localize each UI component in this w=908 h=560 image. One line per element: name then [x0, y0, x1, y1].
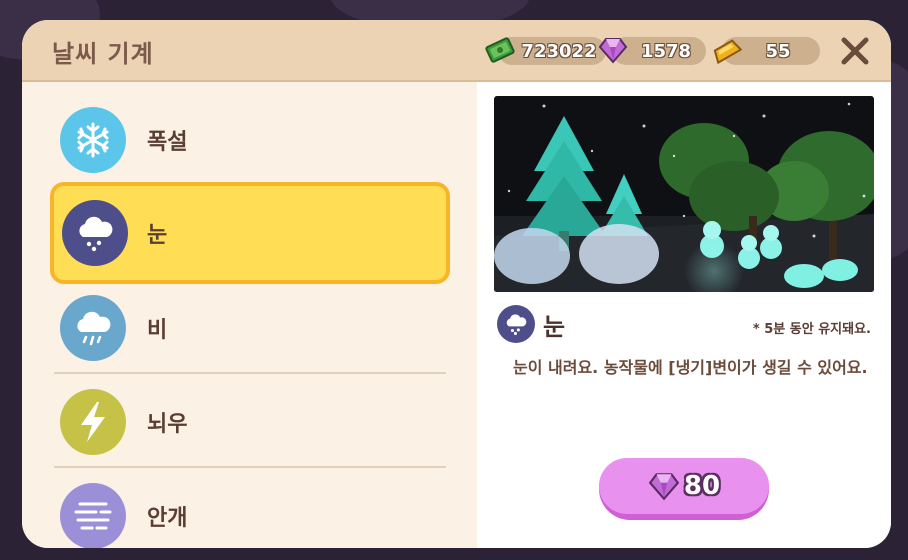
weather-list: 폭설 눈 비 뇌우 안개 [22, 82, 477, 548]
gem-icon [648, 473, 680, 501]
weather-item-label: 비 [147, 318, 168, 343]
snowflake-icon [60, 107, 126, 173]
snow-cloud-icon [497, 305, 535, 343]
purchase-price: 80 [683, 471, 721, 501]
weather-item-label: 폭설 [147, 130, 188, 155]
gem-value: 1578 [640, 40, 692, 62]
dialog-header: 날씨 기계 723022 1578 55 [22, 20, 891, 82]
lightning-icon [60, 389, 126, 455]
purchase-button-face: 80 [599, 458, 769, 514]
weather-item-rain[interactable]: 비 [52, 280, 448, 376]
dialog-title: 날씨 기계 [52, 40, 154, 68]
gem-icon [598, 36, 628, 68]
duration-note: * 5분 동안 유지돼요. [752, 322, 871, 337]
weather-item-label: 안개 [147, 506, 188, 531]
weather-item-label: 눈 [147, 223, 168, 248]
rain-cloud-icon [60, 295, 126, 361]
weather-item-snow[interactable]: 눈 [50, 182, 450, 284]
cash-icon [484, 34, 516, 70]
close-icon [841, 37, 869, 65]
weather-item-thunderstorm[interactable]: 뇌우 [52, 374, 448, 470]
detail-title: 눈 [543, 313, 566, 341]
weather-machine-dialog: 날씨 기계 723022 1578 55 폭설 눈 비 뇌우 안개 눈 * 5분… [22, 20, 891, 548]
cash-value: 723022 [521, 40, 597, 62]
weather-detail-panel: 눈 * 5분 동안 유지돼요. 눈이 내려요. 농작물에 [냉기]변이가 생길 … [477, 82, 891, 548]
weather-item-fog[interactable]: 안개 [52, 468, 448, 548]
fog-icon [60, 483, 126, 548]
purchase-button[interactable]: 80 [599, 458, 769, 520]
weather-item-label: 뇌우 [147, 412, 188, 437]
close-button[interactable] [836, 32, 874, 70]
weather-item-blizzard[interactable]: 폭설 [52, 92, 448, 188]
gold-bar-icon [710, 35, 743, 69]
weather-preview-image [494, 96, 874, 292]
snow-cloud-icon [62, 200, 128, 266]
gold-value: 55 [765, 40, 791, 62]
detail-description: 눈이 내려요. 농작물에 [냉기]변이가 생길 수 있어요. [513, 358, 868, 377]
